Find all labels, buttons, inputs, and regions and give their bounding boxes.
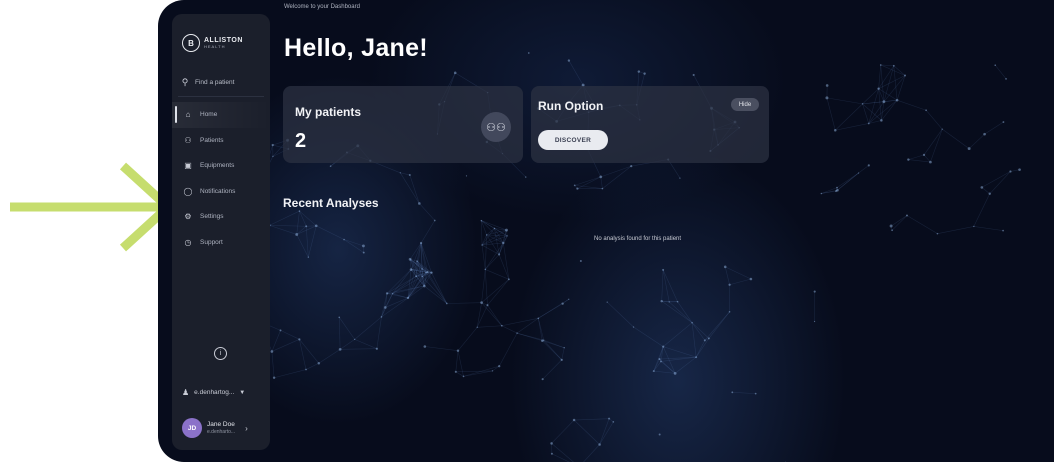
sidebar-item-settings[interactable]: ⚙ Settings	[172, 204, 270, 230]
run-option-title: Run Option	[538, 99, 604, 113]
logo-subtitle: HEALTH	[204, 44, 226, 49]
account-label: e.denhartog...	[194, 389, 235, 396]
search-icon: ⚲	[181, 76, 189, 87]
annotation-arrow	[10, 162, 175, 252]
sidebar-item-label: Notifications	[200, 187, 236, 195]
page-title: Hello, Jane!	[284, 34, 428, 62]
user-icon: ♟	[182, 388, 190, 397]
sidebar-item-label: Support	[200, 238, 223, 246]
chevron-right-icon: ›	[245, 423, 248, 433]
patients-icon: ⚇	[184, 135, 192, 145]
patients-count: 2	[295, 130, 307, 152]
sidebar-item-patients[interactable]: ⚇ Patients	[172, 128, 270, 154]
sidebar-item-notifications[interactable]: ◯ Notifications	[172, 179, 270, 205]
avatar: JD	[182, 418, 202, 438]
welcome-text: Welcome to your Dashboard	[284, 4, 360, 10]
divider	[178, 96, 264, 97]
sidebar-nav: ⌂ Home ⚇ Patients ▣ Equipments ◯ Notific…	[172, 102, 270, 255]
my-patients-card[interactable]: My patients 2 ⚇⚇	[283, 86, 523, 163]
app-window: B ALLISTON HEALTH ⚲ Find a patient ⌂ Hom…	[158, 0, 1054, 462]
equipment-icon: ▣	[184, 161, 192, 171]
search-label: Find a patient	[195, 78, 235, 86]
sidebar-item-label: Settings	[200, 213, 224, 221]
sidebar-item-label: Equipments	[200, 162, 235, 170]
hide-button[interactable]: Hide	[731, 98, 759, 111]
user-profile[interactable]: JD Jane Doe e.denharto... ›	[182, 418, 248, 438]
user-email: e.denharto...	[207, 428, 236, 435]
my-patients-title: My patients	[295, 105, 362, 119]
sidebar-item-support[interactable]: ◷ Support	[172, 230, 270, 256]
clock-icon: ◷	[184, 237, 192, 247]
logo-name: ALLISTON	[204, 37, 243, 44]
recent-analyses-title: Recent Analyses	[283, 196, 379, 210]
network-background	[258, 52, 1021, 462]
find-patient-search[interactable]: ⚲ Find a patient	[180, 72, 262, 92]
info-icon[interactable]: i	[214, 347, 227, 360]
sidebar-item-label: Patients	[200, 136, 224, 144]
sidebar-item-equipments[interactable]: ▣ Equipments	[172, 153, 270, 179]
empty-state-message: No analysis found for this patient	[594, 236, 682, 242]
sidebar-item-label: Home	[200, 111, 218, 119]
patients-group-icon[interactable]: ⚇⚇	[481, 112, 511, 142]
gear-icon: ⚙	[184, 212, 192, 222]
logo-mark: B	[182, 34, 200, 52]
account-selector[interactable]: ♟ e.denhartog... ▼	[182, 388, 245, 397]
bell-icon: ◯	[183, 186, 193, 196]
discover-button[interactable]: DISCOVER	[538, 130, 608, 150]
logo: B ALLISTON HEALTH	[182, 34, 243, 52]
sidebar-item-home[interactable]: ⌂ Home	[172, 102, 270, 128]
user-name: Jane Doe	[207, 420, 235, 428]
sidebar: B ALLISTON HEALTH ⚲ Find a patient ⌂ Hom…	[172, 14, 270, 450]
chevron-down-icon: ▼	[239, 389, 246, 396]
run-option-card: Run Option Hide DISCOVER	[531, 86, 769, 163]
home-icon: ⌂	[185, 110, 191, 120]
